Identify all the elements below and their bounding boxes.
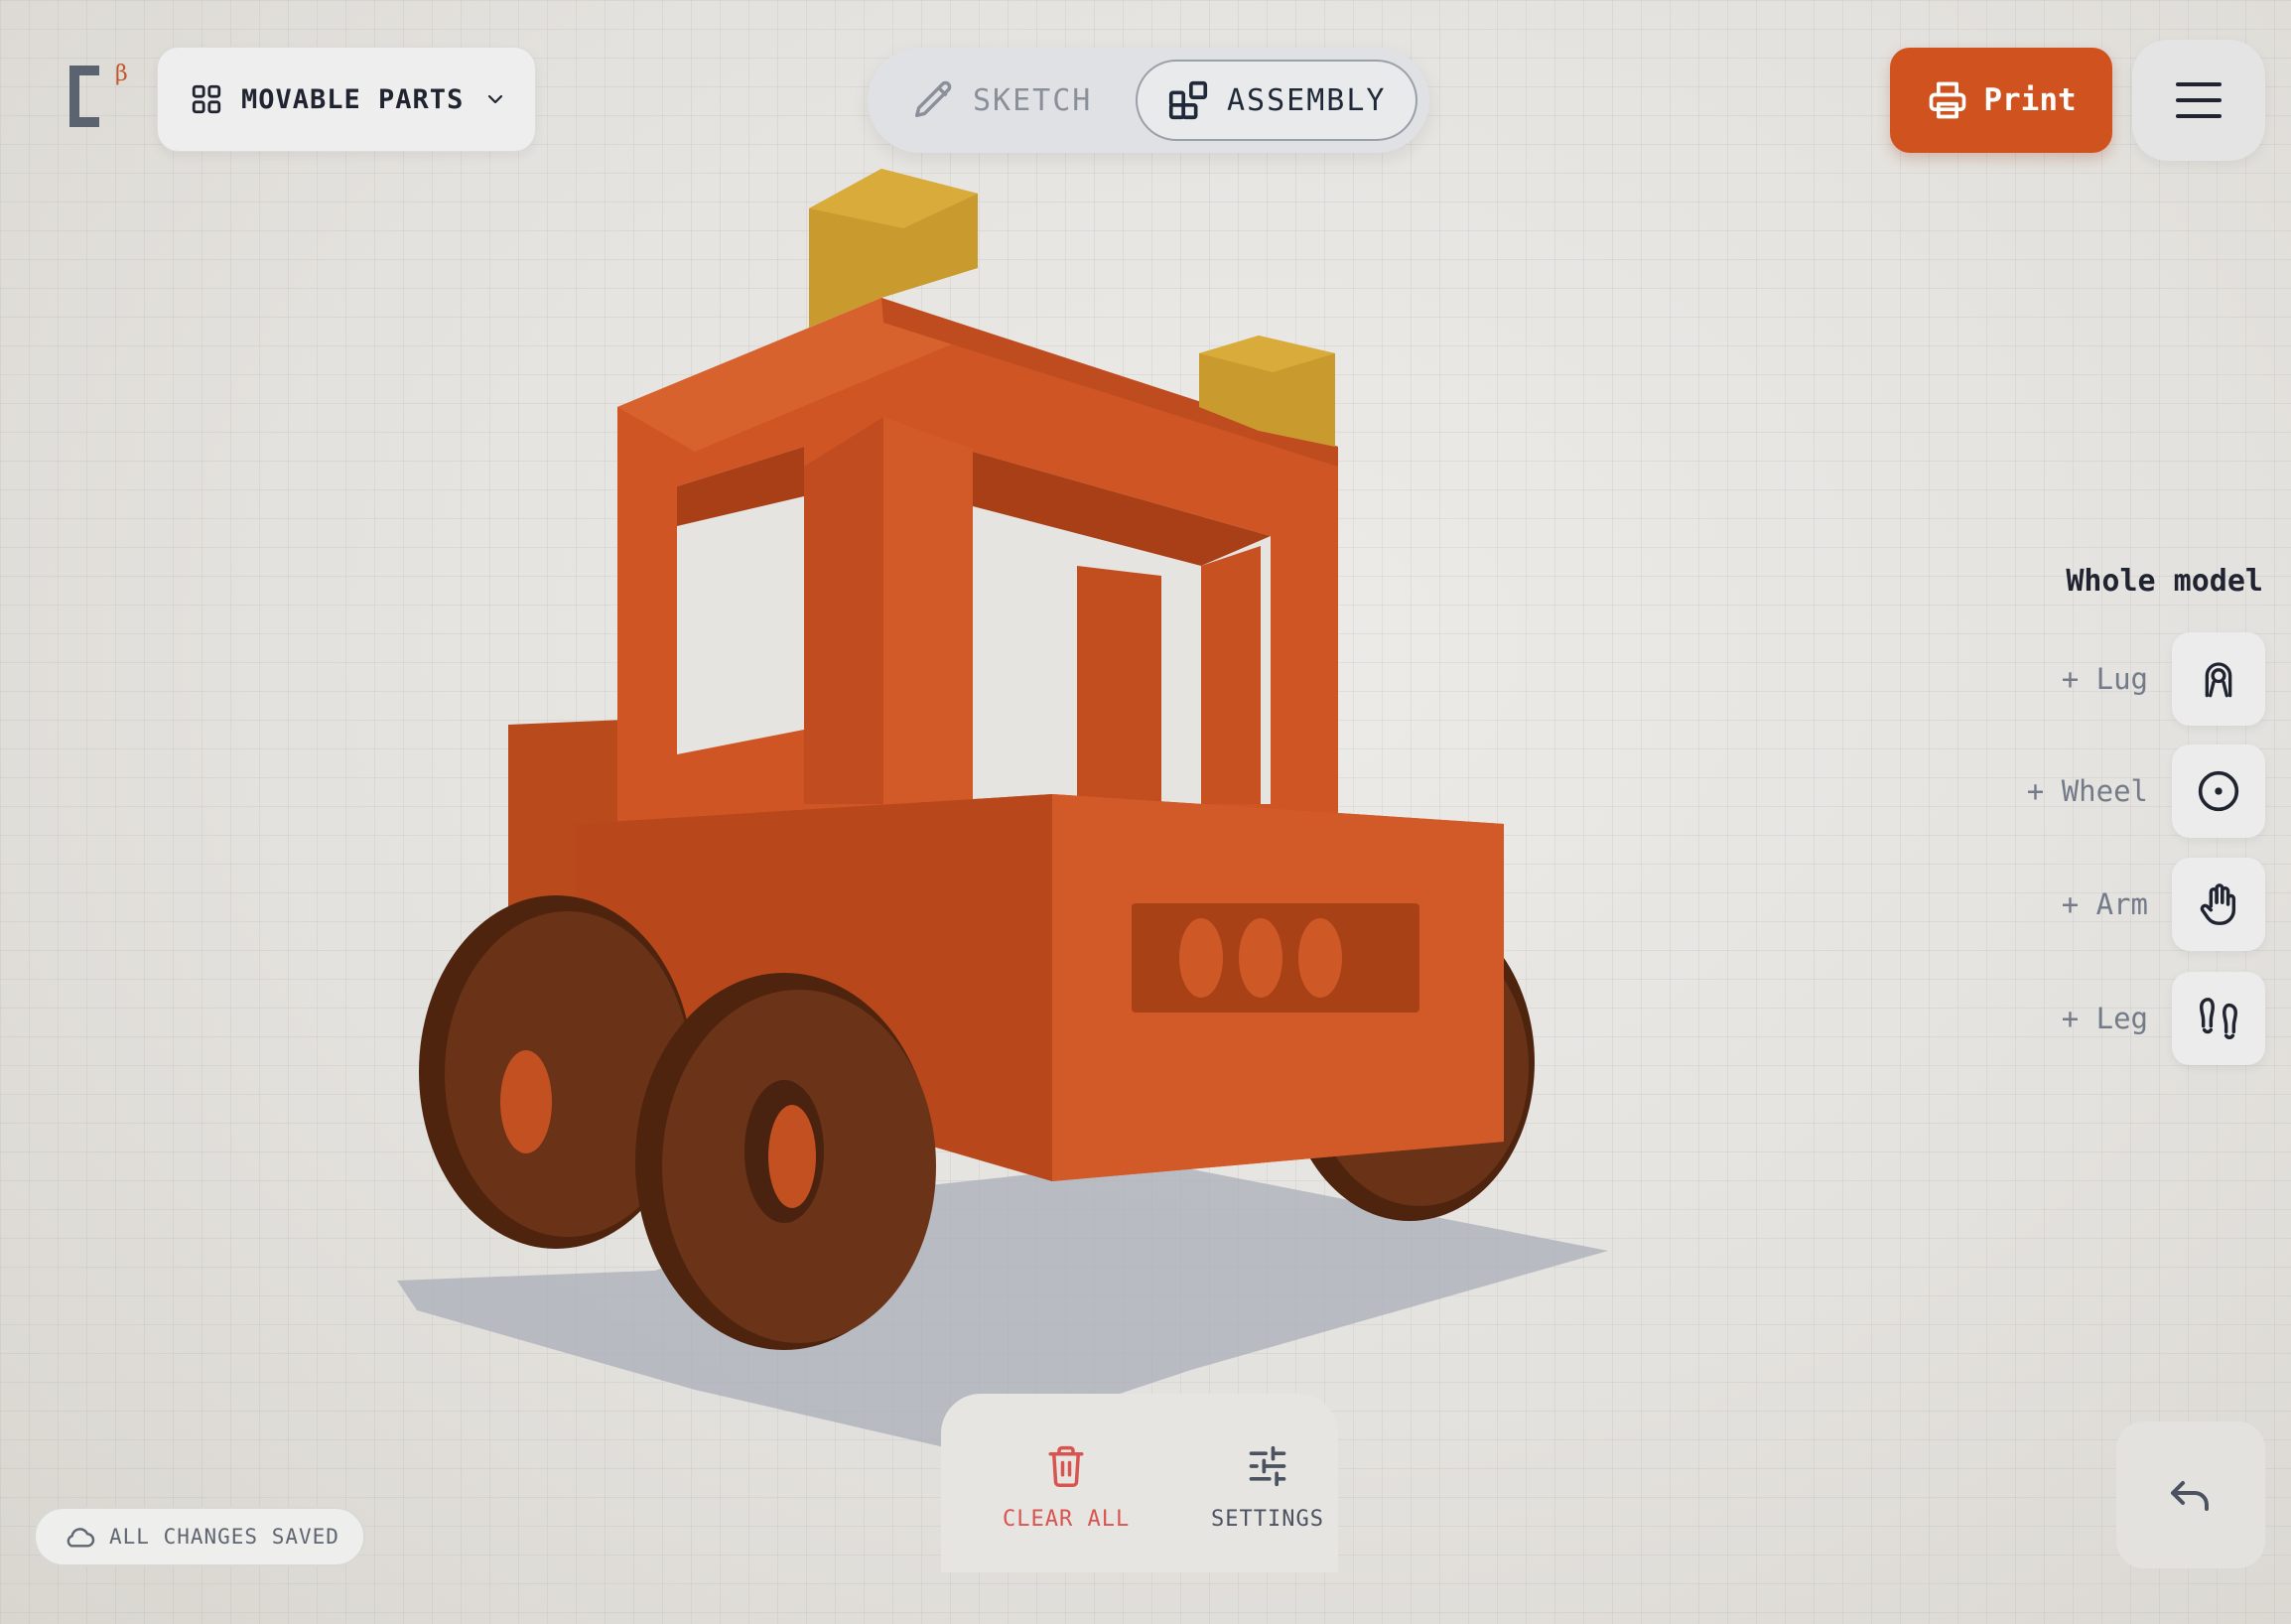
sliders-icon — [1249, 1445, 1286, 1487]
assembly-mode-button[interactable]: ASSEMBLY — [1136, 60, 1417, 141]
footprints-icon — [2200, 998, 2237, 1039]
add-arm-label: + Arm — [2061, 887, 2148, 921]
menu-button[interactable] — [2132, 40, 2265, 161]
add-leg-button[interactable] — [2172, 972, 2265, 1065]
add-lug-label: + Lug — [2061, 662, 2148, 696]
assembly-label: ASSEMBLY — [1227, 82, 1387, 118]
bottom-toolbar: CLEAR ALL SETTINGS — [941, 1394, 1338, 1572]
add-lug-button[interactable] — [2172, 632, 2265, 726]
chevron-down-icon — [488, 94, 503, 104]
sketch-label: SKETCH — [973, 82, 1093, 118]
movable-parts-dropdown[interactable]: MOVABLE PARTS — [157, 47, 536, 152]
print-button[interactable]: Print — [1890, 48, 2112, 153]
grid-icon — [192, 84, 221, 114]
add-arm-button[interactable] — [2172, 858, 2265, 951]
app-logo: β — [66, 62, 135, 141]
undo-button[interactable] — [2116, 1421, 2265, 1568]
beta-badge: β — [115, 62, 128, 86]
save-status: ALL CHANGES SAVED — [34, 1507, 365, 1566]
add-wheel-label: + Wheel — [2026, 774, 2148, 808]
undo-icon — [2171, 1481, 2209, 1511]
clear-all-button[interactable]: CLEAR ALL — [1003, 1443, 1130, 1532]
blocks-icon — [1168, 80, 1208, 120]
add-wheel-button[interactable] — [2172, 744, 2265, 838]
trash-icon — [1048, 1445, 1084, 1487]
clear-all-label: CLEAR ALL — [1003, 1507, 1131, 1532]
sketch-mode-button[interactable]: SKETCH — [907, 60, 1165, 141]
add-leg-label: + Leg — [2061, 1002, 2148, 1035]
lug-icon — [2205, 662, 2232, 698]
logo-bracket-icon — [69, 66, 99, 127]
wheel-icon — [2198, 770, 2239, 812]
add-arm-row[interactable]: + Arm — [2062, 858, 2265, 951]
pencil-icon — [915, 80, 952, 118]
print-label: Print — [1983, 82, 2077, 118]
add-lug-row[interactable]: + Lug — [2062, 632, 2265, 726]
model-viewport[interactable] — [397, 169, 1648, 1449]
save-status-text: ALL CHANGES SAVED — [109, 1525, 339, 1549]
add-wheel-row[interactable]: + Wheel — [2027, 744, 2265, 838]
whole-model-title: Whole model — [2066, 564, 2263, 599]
cloud-icon — [67, 1528, 95, 1548]
tractor-model — [397, 169, 1608, 1449]
hamburger-icon — [2176, 82, 2222, 118]
printer-icon — [1929, 81, 1966, 119]
settings-label: SETTINGS — [1211, 1507, 1324, 1532]
hand-icon — [2200, 883, 2236, 925]
mode-toggle: SKETCH ASSEMBLY — [868, 48, 1429, 153]
movable-parts-label: MOVABLE PARTS — [241, 83, 465, 115]
settings-button[interactable]: SETTINGS — [1211, 1443, 1324, 1532]
add-leg-row[interactable]: + Leg — [2062, 972, 2265, 1065]
